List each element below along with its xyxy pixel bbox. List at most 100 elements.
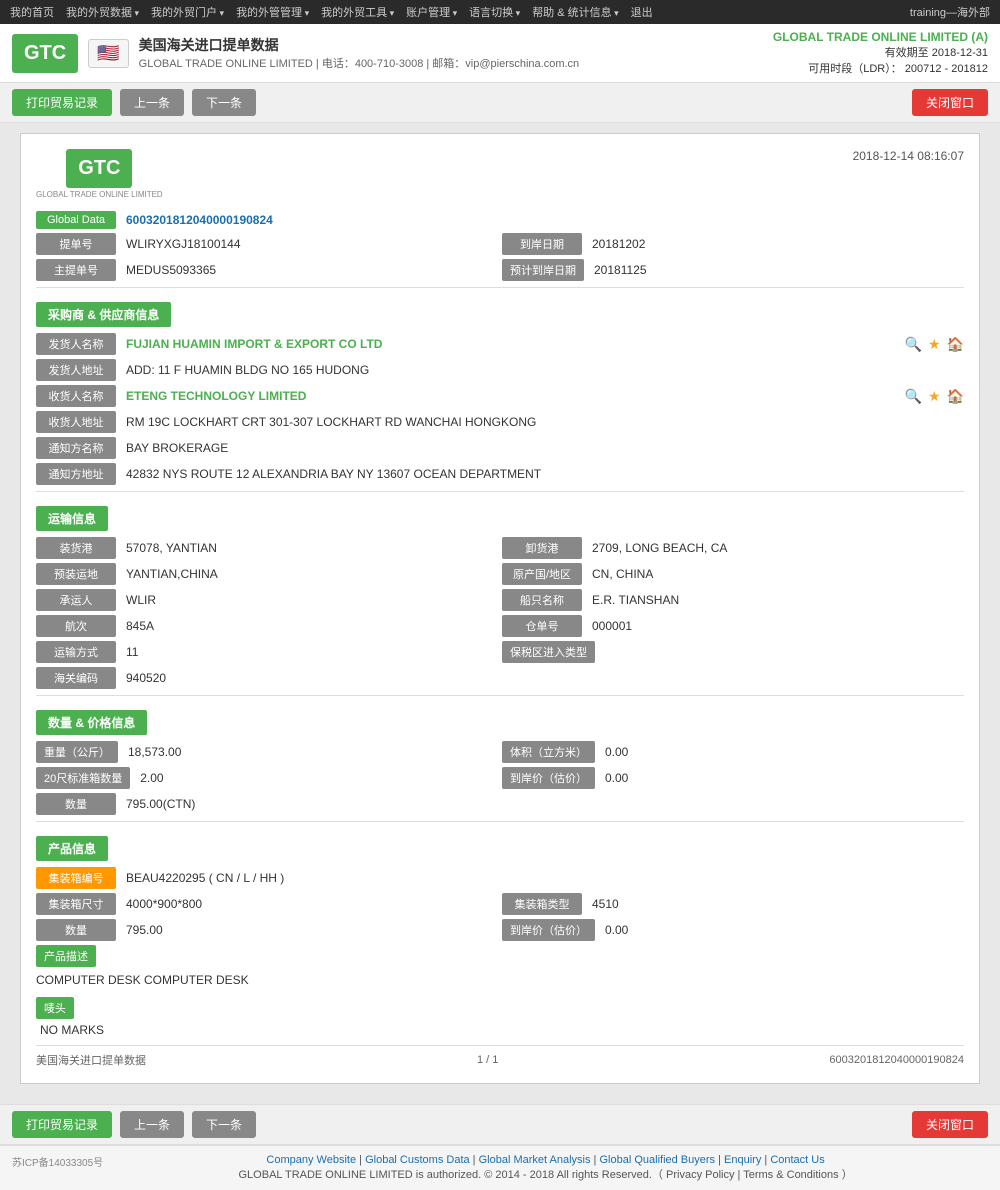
footer-link-market[interactable]: Global Market Analysis xyxy=(479,1154,591,1166)
nav-tools[interactable]: 我的外贸工具 xyxy=(321,4,394,20)
shipper-addr-value: ADD: 11 F HUAMIN BLDG NO 165 HUDONG xyxy=(122,361,964,379)
page-subtitle: GLOBAL TRADE ONLINE LIMITED | 电话：400-710… xyxy=(139,55,580,71)
quantity-row: 数量 795.00(CTN) xyxy=(36,793,964,815)
footer-link-contact[interactable]: Contact Us xyxy=(770,1154,824,1166)
customs-code-row: 海关编码 940520 xyxy=(36,667,964,689)
weight-value: 18,573.00 xyxy=(124,743,498,761)
divider-5 xyxy=(36,1045,964,1046)
ldr-info: 可用时段（LDR）： 200712 - 201812 xyxy=(773,60,988,76)
nav-account[interactable]: 账户管理 xyxy=(406,4,457,20)
consignee-star-icon[interactable]: ★ xyxy=(928,388,941,405)
weight-volume-row: 重量（公斤） 18,573.00 体积（立方米） 0.00 xyxy=(36,741,964,763)
shipper-name-label: 发货人名称 xyxy=(36,333,116,355)
origin-value: CN, CHINA xyxy=(588,565,964,583)
consignee-home-icon[interactable]: 🏠 xyxy=(947,388,964,405)
prev-button[interactable]: 上一条 xyxy=(120,89,184,116)
container20-value: 2.00 xyxy=(136,769,498,787)
voyage-label: 航次 xyxy=(36,615,116,637)
top-nav: 我的首页 我的外贸数据 我的外贸门户 我的外管管理 我的外贸工具 账户管理 语言… xyxy=(0,0,1000,24)
voyage-container-row: 航次 845A 仓单号 000001 xyxy=(36,615,964,637)
bill-no-label: 提单号 xyxy=(36,233,116,255)
header-left: GTC 🇺🇸 美国海关进口提单数据 GLOBAL TRADE ONLINE LI… xyxy=(12,34,579,73)
master-bill-cell: 主提单号 MEDUS5093365 xyxy=(36,259,498,281)
main-content: GTC GLOBAL TRADE ONLINE LIMITED 2018-12-… xyxy=(0,123,1000,1104)
divider-2 xyxy=(36,491,964,492)
vessel-label: 船只名称 xyxy=(502,589,582,611)
qty-price-section-title: 数量 & 价格信息 xyxy=(36,710,147,735)
footer-link-enquiry[interactable]: Enquiry xyxy=(724,1154,761,1166)
nav-logout[interactable]: 退出 xyxy=(631,4,653,20)
consignee-addr-row: 收货人地址 RM 19C LOCKHART CRT 301-307 LOCKHA… xyxy=(36,411,964,433)
consignee-name-label: 收货人名称 xyxy=(36,385,116,407)
shipper-home-icon[interactable]: 🏠 xyxy=(947,336,964,353)
shipper-name-value: FUJIAN HUAMIN IMPORT & EXPORT CO LTD xyxy=(122,335,899,353)
ldr-label: 可用时段（LDR）： xyxy=(808,63,902,75)
origin-cell: 原产国/地区 CN, CHINA xyxy=(502,563,964,585)
icp-number: 苏ICP备14033305号 xyxy=(12,1154,103,1169)
shipper-star-icon[interactable]: ★ xyxy=(928,336,941,353)
container-size-label: 集装箱尺寸 xyxy=(36,893,116,915)
estimated-date-cell: 预计到岸日期 20181125 xyxy=(502,259,964,281)
transport-mode-value: 11 xyxy=(122,643,498,661)
consignee-search-icon[interactable]: 🔍 xyxy=(905,388,922,405)
doc-footer: 美国海关进口提单数据 1 / 1 6003201812040000190824 xyxy=(36,1052,964,1068)
product-desc-value: COMPUTER DESK COMPUTER DESK xyxy=(36,971,964,989)
nav-management[interactable]: 我的外管管理 xyxy=(236,4,309,20)
transport-mode-cell: 运输方式 11 xyxy=(36,641,498,663)
expire-label: 有效期至 xyxy=(885,47,929,59)
prod-arrival-price-label: 到岸价（估价） xyxy=(502,919,595,941)
header-title-group: 美国海关进口提单数据 GLOBAL TRADE ONLINE LIMITED |… xyxy=(139,35,580,71)
doc-record-no: 6003201812040000190824 xyxy=(829,1054,964,1066)
transport-mode-label: 运输方式 xyxy=(36,641,116,663)
arrival-date-cell: 到岸日期 20181202 xyxy=(502,233,964,255)
prod-container-no-row: 集装箱编号 BEAU4220295 ( CN / L / HH ) xyxy=(36,867,964,889)
load-place-label: 预装运地 xyxy=(36,563,116,585)
doc-logo-subtitle: GLOBAL TRADE ONLINE LIMITED xyxy=(36,190,163,199)
quantity-label: 数量 xyxy=(36,793,116,815)
footer-link-customs[interactable]: Global Customs Data xyxy=(365,1154,470,1166)
master-bill-label: 主提单号 xyxy=(36,259,116,281)
carrier-label: 承运人 xyxy=(36,589,116,611)
close-button-bottom[interactable]: 关闭窗口 xyxy=(912,1111,988,1138)
product-section-title: 产品信息 xyxy=(36,836,108,861)
container-no-value: 000001 xyxy=(588,617,964,635)
consignee-addr-value: RM 19C LOCKHART CRT 301-307 LOCKHART RD … xyxy=(122,413,964,431)
buyer-supplier-section-title: 采购商 & 供应商信息 xyxy=(36,302,171,327)
estimated-date-label: 预计到岸日期 xyxy=(502,259,584,281)
footer-link-company[interactable]: Company Website xyxy=(266,1154,356,1166)
doc-page-info: 1 / 1 xyxy=(477,1054,498,1066)
doc-logo: GTC GLOBAL TRADE ONLINE LIMITED xyxy=(36,149,163,199)
language-flag-button[interactable]: 🇺🇸 xyxy=(88,39,128,68)
nav-language[interactable]: 语言切换 xyxy=(469,4,520,20)
print-button[interactable]: 打印贸易记录 xyxy=(12,89,112,116)
nav-portal[interactable]: 我的外贸门户 xyxy=(151,4,224,20)
next-button[interactable]: 下一条 xyxy=(192,89,256,116)
header-bar: GTC 🇺🇸 美国海关进口提单数据 GLOBAL TRADE ONLINE LI… xyxy=(0,24,1000,83)
customs-code-value: 940520 xyxy=(122,669,964,687)
arrival-date-label: 到岸日期 xyxy=(502,233,582,255)
notify-addr-label: 通知方地址 xyxy=(36,463,116,485)
close-button[interactable]: 关闭窗口 xyxy=(912,89,988,116)
load-port-label: 装货港 xyxy=(36,537,116,559)
container-no-label: 仓单号 xyxy=(502,615,582,637)
voyage-value: 845A xyxy=(122,617,498,635)
shipper-addr-row: 发货人地址 ADD: 11 F HUAMIN BLDG NO 165 HUDON… xyxy=(36,359,964,381)
nav-home[interactable]: 我的首页 xyxy=(10,4,54,20)
notify-name-label: 通知方名称 xyxy=(36,437,116,459)
master-bill-value: MEDUS5093365 xyxy=(122,261,498,279)
footer-link-buyers[interactable]: Global Qualified Buyers xyxy=(599,1154,715,1166)
shipper-search-icon[interactable]: 🔍 xyxy=(905,336,922,353)
notify-name-row: 通知方名称 BAY BROKERAGE xyxy=(36,437,964,459)
carrier-cell: 承运人 WLIR xyxy=(36,589,498,611)
divider-1 xyxy=(36,287,964,288)
prod-qty-label: 数量 xyxy=(36,919,116,941)
estimated-date-value: 20181125 xyxy=(590,261,964,279)
next-button-bottom[interactable]: 下一条 xyxy=(192,1111,256,1138)
prod-qty-value: 795.00 xyxy=(122,921,498,939)
print-button-bottom[interactable]: 打印贸易记录 xyxy=(12,1111,112,1138)
consignee-name-value: ETENG TECHNOLOGY LIMITED xyxy=(122,387,899,405)
nav-trade-data[interactable]: 我的外贸数据 xyxy=(66,4,139,20)
prev-button-bottom[interactable]: 上一条 xyxy=(120,1111,184,1138)
nav-help[interactable]: 帮助 & 统计信息 xyxy=(532,4,618,20)
prod-qty-price-row: 数量 795.00 到岸价（估价） 0.00 xyxy=(36,919,964,941)
